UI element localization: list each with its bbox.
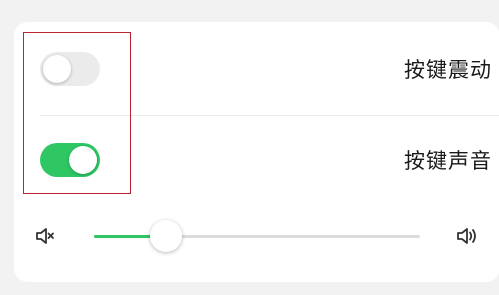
key-sound-row[interactable]: 按键声音 <box>14 115 499 205</box>
key-vibrate-label: 按键震动 <box>404 58 492 82</box>
key-volume-row <box>14 214 499 258</box>
volume-loud-icon <box>457 228 476 244</box>
key-feedback-settings-card: 按键震动 按键声音 <box>14 22 499 282</box>
slider-thumb[interactable] <box>149 220 182 252</box>
key-sound-toggle[interactable] <box>40 143 100 177</box>
toggle-knob <box>69 146 97 174</box>
toggle-knob <box>43 55 71 83</box>
key-sound-label: 按键声音 <box>404 149 492 173</box>
key-vibrate-toggle[interactable] <box>40 52 100 86</box>
key-volume-slider[interactable] <box>94 220 420 252</box>
key-vibrate-row[interactable]: 按键震动 <box>14 24 499 116</box>
volume-mute-icon <box>36 228 54 244</box>
